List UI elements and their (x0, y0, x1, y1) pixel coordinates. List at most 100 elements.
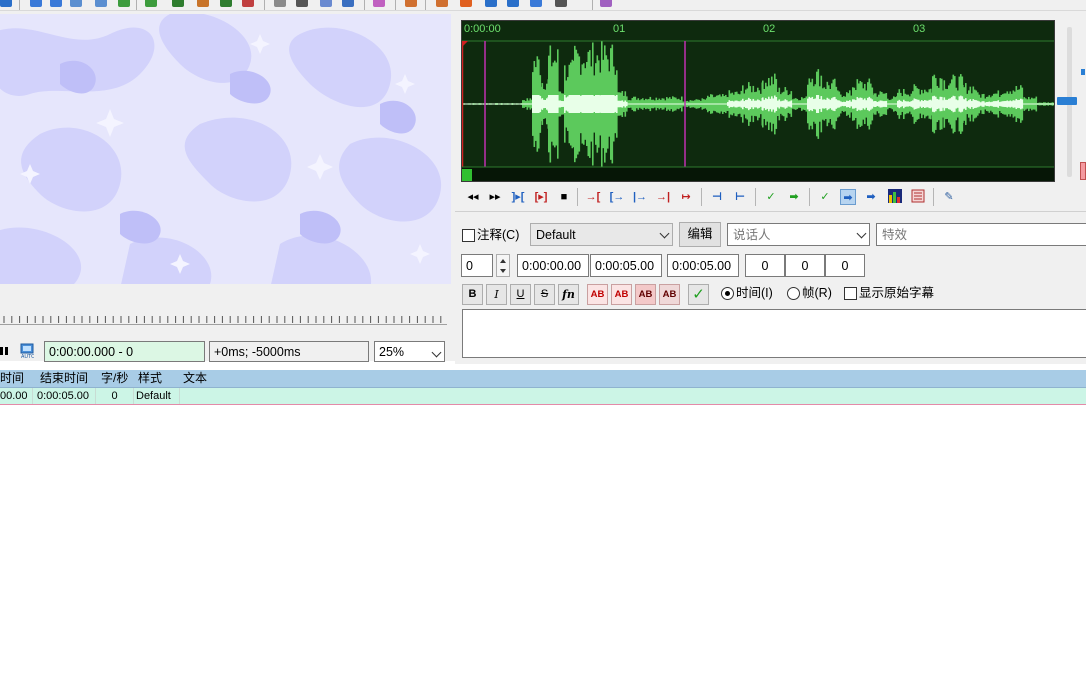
row-cps: 0 (96, 388, 134, 404)
secondary-color-button[interactable]: AB (611, 284, 632, 305)
search-icon[interactable] (30, 0, 42, 7)
play-before-icon[interactable]: →[ (585, 189, 601, 205)
video-zoom-select[interactable]: 25% (374, 341, 445, 362)
effect-select[interactable]: 特效 (876, 223, 1086, 246)
auto-next-icon[interactable]: ➡ (840, 189, 856, 205)
bold-button[interactable]: B (462, 284, 483, 305)
italic-button[interactable]: I (486, 284, 507, 305)
row-text (180, 388, 1086, 404)
subtitle-grid: 时间 结束时间 字/秒 样式 文本 00.00 0:00:05.00 0 Def… (0, 370, 1086, 678)
chevron-down-icon (856, 228, 867, 239)
video-display[interactable] (0, 14, 451, 284)
zoom-value: 25% (379, 345, 405, 359)
auto-commit-icon[interactable]: ✓ (817, 189, 833, 205)
macro-icon[interactable] (600, 0, 612, 7)
audio-waveform[interactable]: 0:00:00 01 02 03 (461, 20, 1055, 182)
arrow-icon[interactable] (0, 0, 12, 7)
margin-right-input[interactable]: 0 (785, 254, 825, 277)
copy-icon[interactable] (405, 0, 417, 7)
ghost-icon[interactable] (373, 0, 385, 7)
snap-start-icon[interactable]: ⊣ (709, 189, 725, 205)
zoom-slider-thumb[interactable] (1081, 69, 1085, 75)
style-icon[interactable] (172, 0, 184, 7)
translate-icon[interactable] (320, 0, 332, 7)
row-start-time: 00.00 (0, 388, 33, 404)
video-panel: AUTO 0:00:00.000 - 0 +0ms; -5000ms 25% (0, 11, 455, 362)
play-selection-icon[interactable]: [▸] (533, 189, 549, 205)
shadow-color-button[interactable]: AB (659, 284, 680, 305)
strikeout-button[interactable]: S (534, 284, 555, 305)
goto-icon[interactable]: ➡ (786, 189, 802, 205)
video-seek-bar[interactable] (0, 313, 447, 325)
underline-button[interactable]: U (510, 284, 531, 305)
edit-icon[interactable] (342, 0, 354, 7)
notes-icon[interactable] (274, 0, 286, 7)
prev-line-icon[interactable]: ◂◂ (465, 189, 481, 205)
spellcheck-icon[interactable] (507, 0, 519, 7)
subtitle-text-editor[interactable] (462, 309, 1086, 358)
auto-scroll-video-icon[interactable]: AUTO (20, 343, 35, 360)
header-start-time[interactable]: 时间 (0, 370, 34, 387)
auto-scroll-icon[interactable]: ➡ (863, 189, 879, 205)
chart-icon[interactable] (220, 0, 232, 7)
commit-icon[interactable]: ✓ (763, 189, 779, 205)
style-select[interactable]: Default (530, 223, 673, 246)
paste-icon[interactable] (436, 0, 448, 7)
check-icon[interactable] (530, 0, 542, 7)
comment-checkbox[interactable] (462, 229, 475, 242)
header-text[interactable]: 文本 (183, 370, 283, 387)
spectrum-icon[interactable] (887, 189, 903, 205)
grid-header: 时间 结束时间 字/秒 样式 文本 (0, 370, 1086, 388)
pause-icon[interactable] (0, 347, 8, 355)
export-icon[interactable] (460, 0, 472, 7)
header-cps[interactable]: 字/秒 (101, 370, 135, 387)
show-original-checkbox[interactable] (844, 287, 857, 300)
zoom-icon[interactable] (50, 0, 62, 7)
header-end-time[interactable]: 结束时间 (40, 370, 98, 387)
timeline-label-0: 0:00:00 (464, 23, 501, 35)
edit-style-button[interactable]: 编辑 (679, 222, 721, 247)
font-icon[interactable] (197, 0, 209, 7)
video-icon[interactable] (70, 0, 82, 7)
outline-color-button[interactable]: AB (635, 284, 656, 305)
timing-icon[interactable] (118, 0, 130, 7)
time-mode-label: 时间(I) (736, 286, 773, 300)
start-time-input[interactable]: 0:00:00.00 (517, 254, 589, 277)
tag-icon[interactable] (296, 0, 308, 7)
snap-end-icon[interactable]: ⊢ (732, 189, 748, 205)
table-row[interactable]: 00.00 0:00:05.00 0 Default (0, 388, 1086, 405)
video-time-display[interactable]: 0:00:00.000 - 0 (44, 341, 205, 362)
primary-color-button[interactable]: AB (587, 284, 608, 305)
actor-select[interactable]: 说话人 (727, 223, 870, 246)
clock-icon[interactable] (485, 0, 497, 7)
play-line-icon[interactable]: ↦ (678, 189, 694, 205)
chevron-down-icon (431, 347, 442, 358)
play-end-after-icon[interactable]: →| (655, 189, 671, 205)
stop-icon[interactable]: ■ (556, 189, 572, 205)
font-button[interactable]: fn (558, 284, 579, 305)
shift-icon[interactable] (145, 0, 157, 7)
karaoke-icon[interactable] (910, 189, 926, 205)
volume-slider-thumb[interactable] (1057, 97, 1077, 105)
row-style: Default (134, 388, 180, 404)
next-line-icon[interactable]: ▸▸ (487, 189, 503, 205)
time-mode-radio[interactable] (721, 287, 734, 300)
audio-icon[interactable] (95, 0, 107, 7)
vertical-zoom-thumb[interactable] (1080, 162, 1086, 180)
settings-icon[interactable]: ✎ (941, 189, 957, 205)
play-after-icon[interactable]: [→ (609, 189, 625, 205)
margin-left-input[interactable]: 0 (745, 254, 785, 277)
margin-vertical-input[interactable]: 0 (825, 254, 865, 277)
play-start-icon[interactable]: ]▸[ (510, 189, 526, 205)
play-end-before-icon[interactable]: |→ (632, 189, 648, 205)
record-icon[interactable] (242, 0, 254, 7)
frame-mode-radio[interactable] (787, 287, 800, 300)
layer-spinner[interactable] (496, 254, 510, 277)
tools-icon[interactable] (555, 0, 567, 7)
duration-input[interactable]: 0:00:05.00 (667, 254, 739, 277)
header-style[interactable]: 样式 (138, 370, 182, 387)
layer-input[interactable]: 0 (461, 254, 493, 277)
frame-mode-label: 帧(R) (802, 286, 832, 300)
commit-check-icon[interactable]: ✓ (688, 284, 709, 305)
end-time-input[interactable]: 0:00:05.00 (590, 254, 662, 277)
